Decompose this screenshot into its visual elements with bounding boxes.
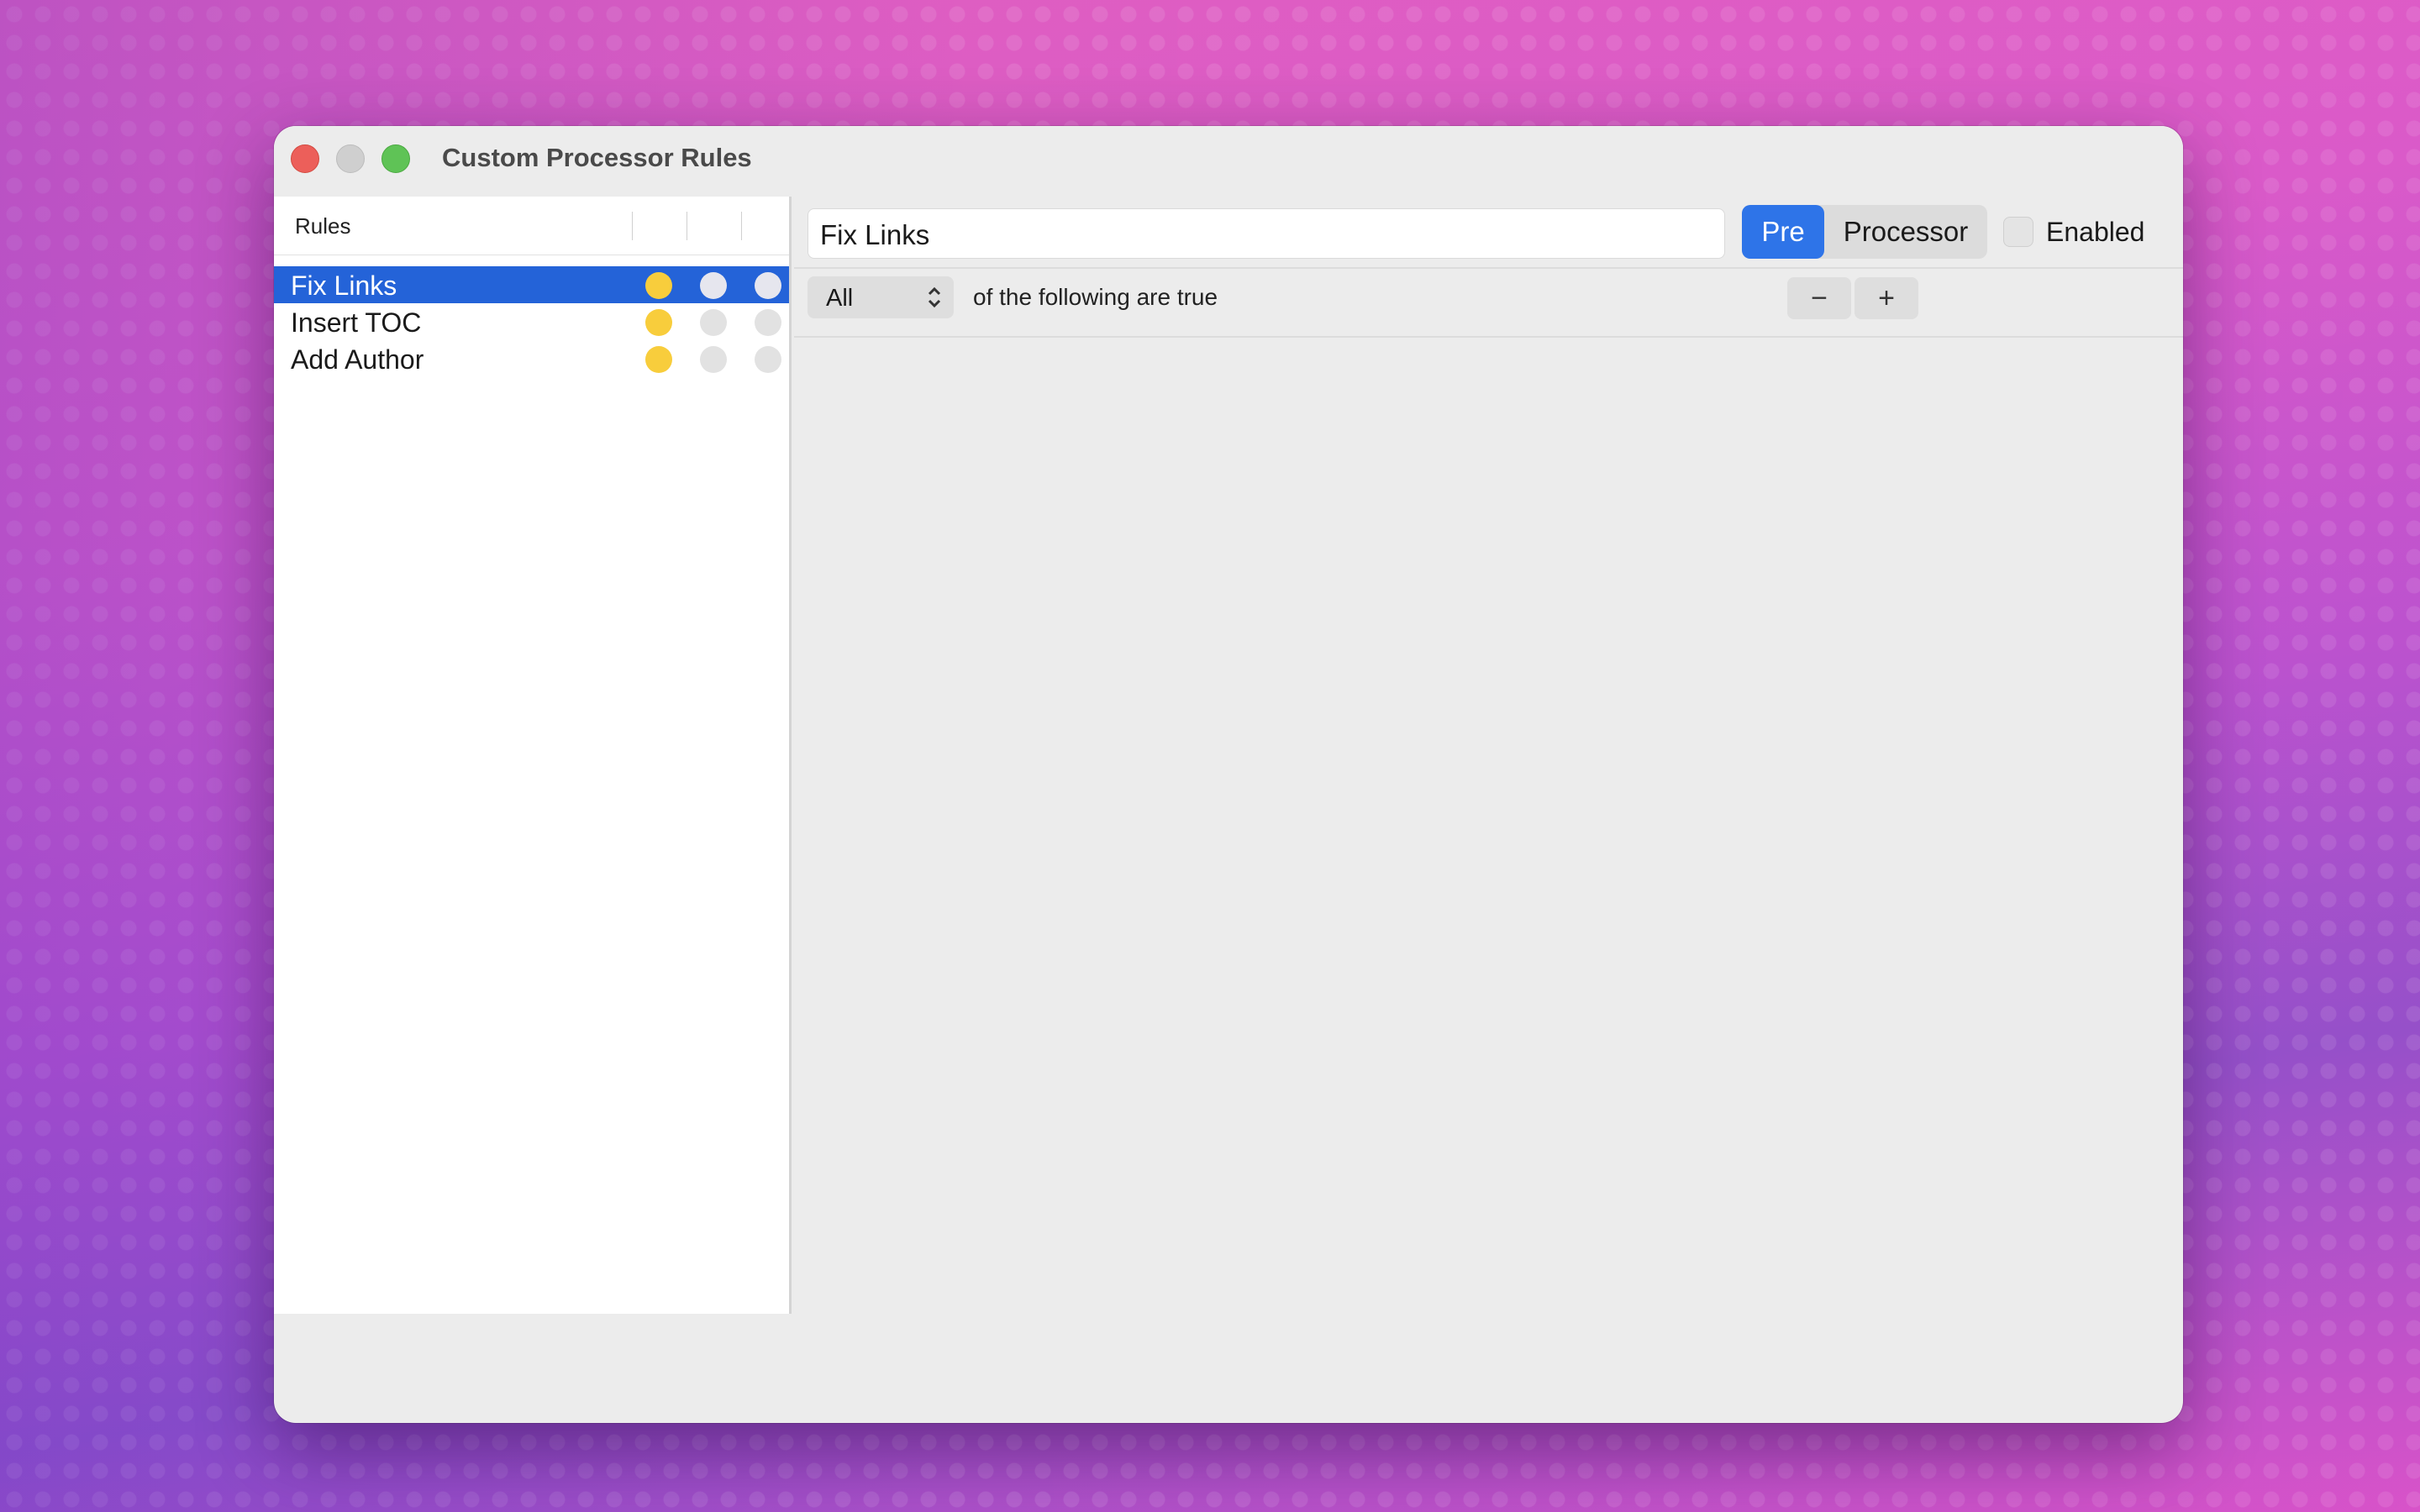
add-match-button[interactable]: + <box>1854 277 1918 319</box>
segment-processor[interactable]: Processor <box>1824 205 1987 259</box>
status-indicator-icon <box>645 272 672 299</box>
remove-match-button[interactable]: − <box>1787 277 1851 319</box>
window-title: Custom Processor Rules <box>442 143 752 172</box>
rules-column-header: Rules <box>295 213 351 239</box>
rule-label: Fix Links <box>291 270 397 301</box>
status-indicator-icon <box>755 309 781 336</box>
column-separator[interactable] <box>741 212 742 240</box>
title-bar: Custom Processor Rules <box>274 126 2183 197</box>
status-indicator-icon <box>700 272 727 299</box>
divider <box>794 336 2183 338</box>
rule-row-add-author[interactable]: Add Author <box>274 340 789 377</box>
rule-label: Add Author <box>291 344 424 375</box>
segment-pre[interactable]: Pre <box>1742 205 1824 259</box>
zoom-window-button[interactable] <box>381 144 410 173</box>
status-indicator-icon <box>700 309 727 336</box>
status-indicator-icon <box>645 346 672 373</box>
enabled-label: Enabled <box>2046 217 2145 247</box>
column-separator[interactable] <box>632 212 633 240</box>
status-indicator-icon <box>755 346 781 373</box>
mode-segmented-control: Pre Processor <box>1742 205 1987 259</box>
status-indicator-icon <box>700 346 727 373</box>
status-indicator-icon <box>755 272 781 299</box>
custom-processor-rules-window: Custom Processor Rules Rules Fix Links I… <box>274 126 2183 1423</box>
minimize-window-button[interactable] <box>336 144 365 173</box>
divider <box>794 267 2183 269</box>
close-window-button[interactable] <box>291 144 319 173</box>
enabled-checkbox[interactable] <box>2003 217 2033 247</box>
rules-sidebar: Rules Fix Links Insert TOC Add Author <box>274 197 792 1314</box>
rules-list-header: Rules <box>274 197 789 255</box>
rule-name-field[interactable]: Fix Links <box>808 208 1725 259</box>
match-all-selector-popup-shown[interactable]: All <box>808 276 954 318</box>
status-indicator-icon <box>645 309 672 336</box>
rule-label: Insert TOC <box>291 307 422 338</box>
up-down-chevron-icon <box>928 286 941 308</box>
rule-editor: Fix Links Pre Processor Enabled All of t… <box>794 197 2183 1314</box>
match-description: of the following are true <box>973 284 1218 310</box>
rule-row-fix-links[interactable]: Fix Links <box>274 266 789 303</box>
match-selector-value: All <box>826 285 854 312</box>
rule-row-insert-toc[interactable]: Insert TOC <box>274 303 789 340</box>
